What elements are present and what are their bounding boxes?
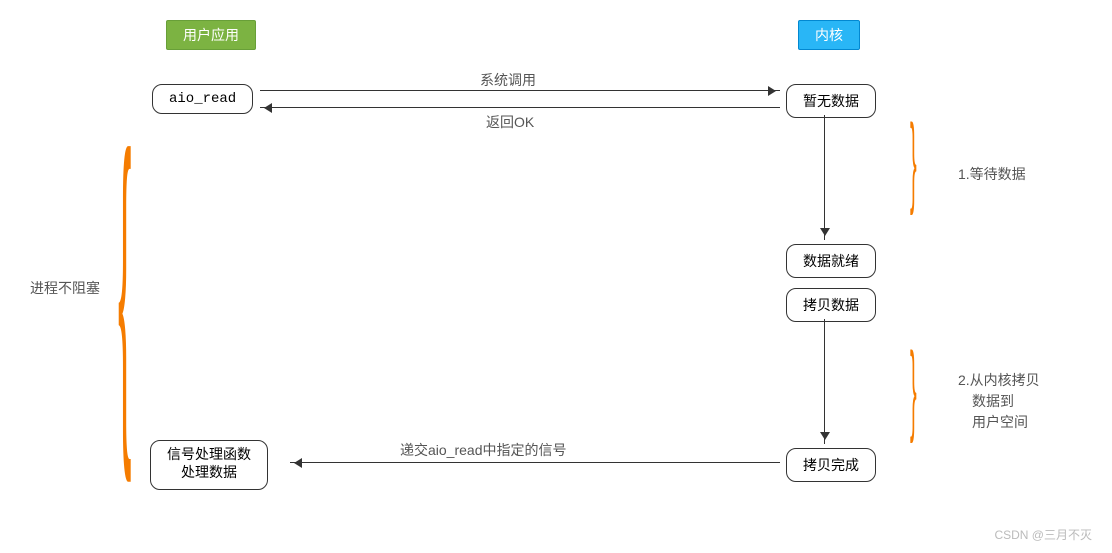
node-signal-handler: 信号处理函数 处理数据 [150, 440, 268, 490]
handler-line1: 信号处理函数 [167, 447, 251, 465]
handler-line2: 处理数据 [167, 465, 251, 483]
label-signal: 递交aio_read中指定的信号 [400, 440, 567, 460]
node-copy-done: 拷贝完成 [786, 448, 876, 482]
node-no-data: 暂无数据 [786, 84, 876, 118]
note-copy-l1: 2.从内核拷贝 [958, 370, 1040, 391]
note-no-block: 进程不阻塞 [30, 278, 100, 298]
brace-right-wait: } [910, 109, 917, 224]
arrow-return-ok [260, 107, 780, 108]
node-copy-data: 拷贝数据 [786, 288, 876, 322]
label-return-ok: 返回OK [486, 112, 534, 132]
watermark: CSDN @三月不灭 [994, 526, 1092, 543]
diagram-container: 用户应用 内核 aio_read 暂无数据 数据就绪 拷贝数据 拷贝完成 信号处… [0, 0, 1112, 553]
arrow-copy [824, 319, 825, 444]
note-copy-l3: 用户空间 [972, 412, 1040, 433]
header-kernel: 内核 [798, 20, 860, 50]
arrow-syscall [260, 90, 780, 91]
note-copy-data: 2.从内核拷贝 数据到 用户空间 [958, 370, 1040, 433]
arrow-signal [290, 462, 780, 463]
arrow-wait-data [824, 115, 825, 240]
node-aio-read: aio_read [152, 84, 253, 114]
label-syscall: 系统调用 [480, 70, 536, 90]
brace-right-copy: } [910, 337, 917, 452]
node-data-ready: 数据就绪 [786, 244, 876, 278]
brace-left: } [118, 92, 131, 497]
note-wait-data: 1.等待数据 [958, 164, 1026, 184]
header-user-app: 用户应用 [166, 20, 256, 50]
note-copy-l2: 数据到 [972, 391, 1040, 412]
